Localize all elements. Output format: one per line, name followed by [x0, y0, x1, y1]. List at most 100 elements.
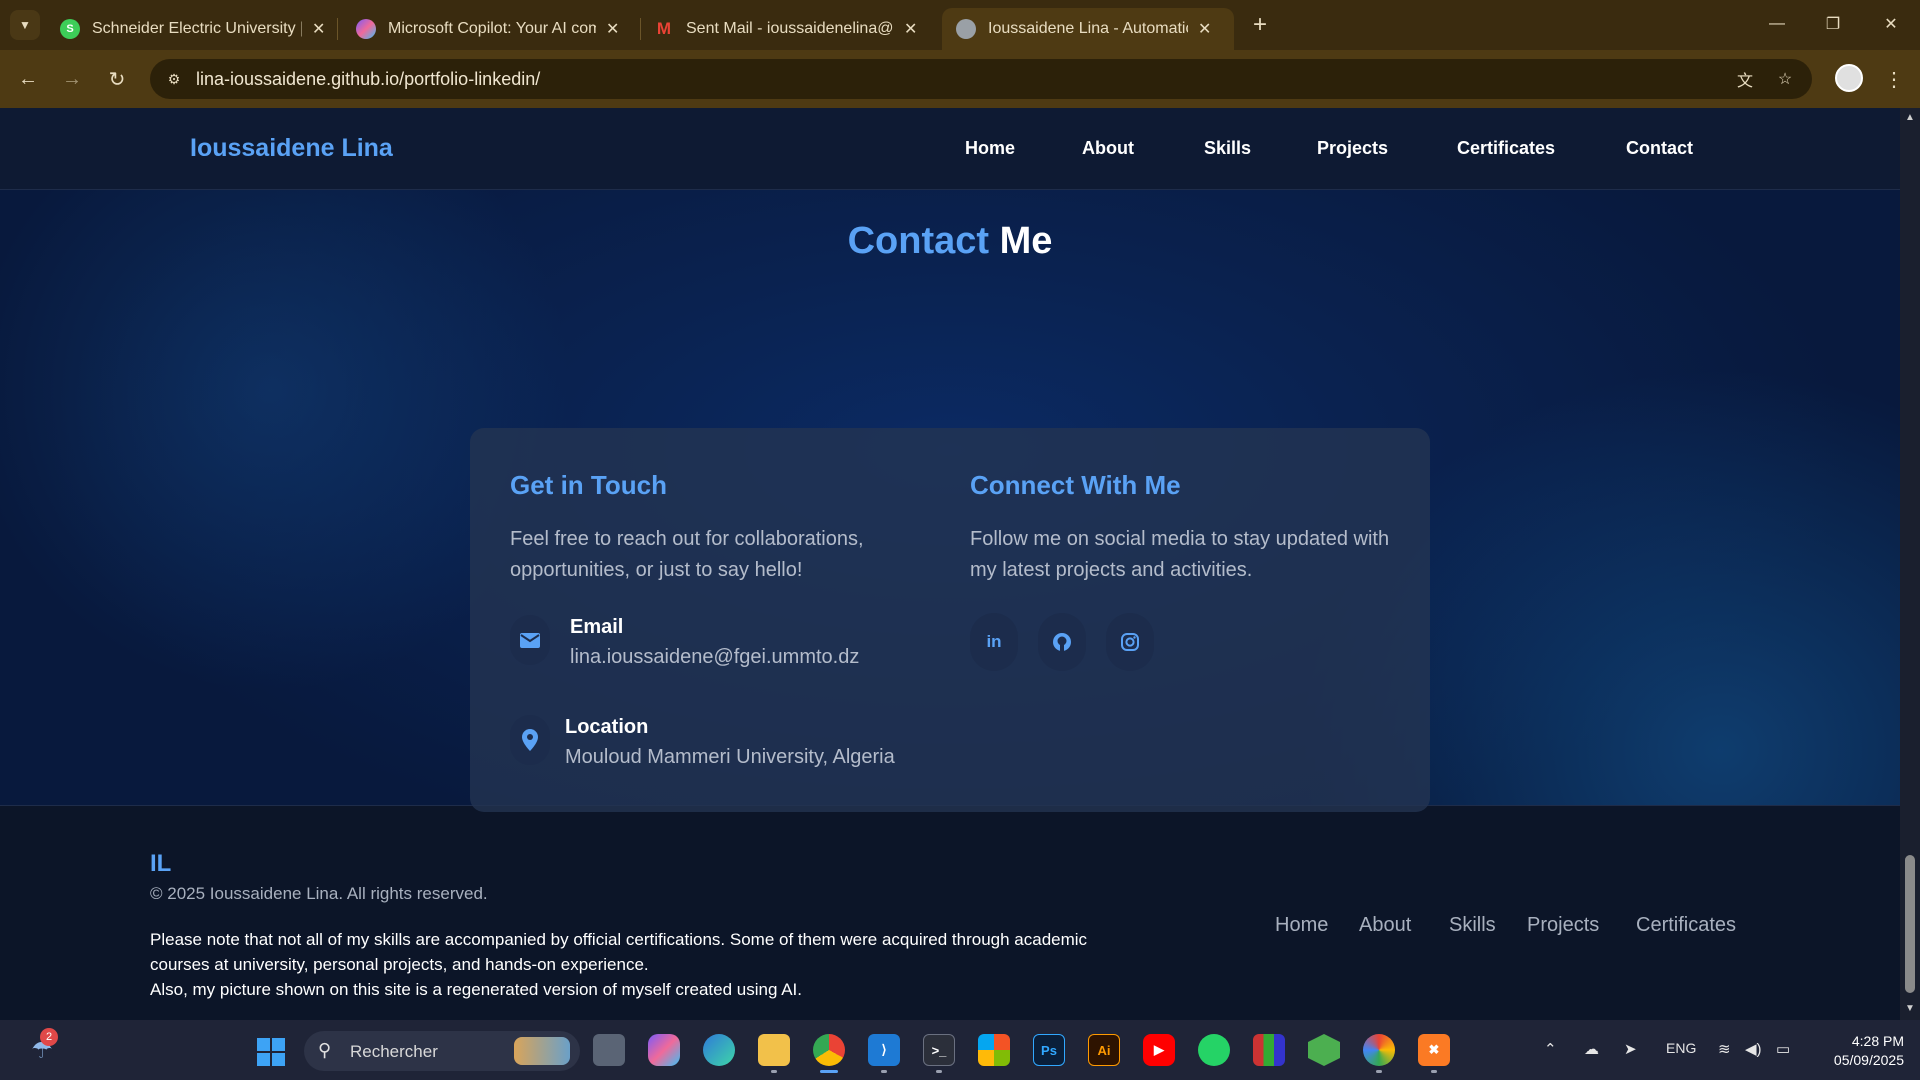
browser-tab[interactable]: Microsoft Copilot: Your AI comp ✕	[342, 8, 633, 50]
illustrator-icon[interactable]: Ai	[1088, 1034, 1120, 1066]
nav-certificates[interactable]: Certificates	[1457, 138, 1555, 159]
browser-tab-active[interactable]: Ioussaidene Lina - Automation ✕	[942, 8, 1234, 50]
store-icon[interactable]	[978, 1034, 1010, 1066]
browser-menu-icon[interactable]: ⋮	[1880, 63, 1908, 95]
site-info-icon[interactable]: ⚙	[160, 65, 188, 93]
scroll-down-arrow-icon[interactable]: ▼	[1904, 1003, 1916, 1015]
browser-tab[interactable]: M Sent Mail - ioussaidenelina@gm ✕	[640, 8, 931, 50]
footer-note-line: Also, my picture shown on this site is a…	[150, 980, 802, 999]
clock-time: 4:28 PM	[1851, 1033, 1904, 1049]
nav-contact[interactable]: Contact	[1626, 138, 1693, 159]
taskbar-search[interactable]: ⚲ Rechercher	[304, 1031, 580, 1071]
show-hidden-icons-chevron-icon[interactable]: ⌃	[1544, 1040, 1557, 1058]
nav-about[interactable]: About	[1082, 138, 1134, 159]
notification-badge: 2	[40, 1028, 58, 1046]
restore-icon[interactable]: ❐	[1808, 6, 1858, 42]
language-indicator[interactable]: ENG	[1666, 1040, 1696, 1056]
wifi-icon[interactable]: ≋	[1718, 1040, 1731, 1058]
envelope-icon	[510, 615, 550, 665]
nav-home[interactable]: Home	[965, 138, 1015, 159]
location-arrow-icon[interactable]: ➤	[1624, 1040, 1637, 1058]
copilot-icon	[356, 19, 376, 39]
task-view-icon[interactable]	[593, 1034, 625, 1066]
browser-tab[interactable]: S Schneider Electric University | b ✕	[46, 8, 339, 50]
instagram-icon[interactable]	[1106, 613, 1154, 671]
connect-title: Connect With Me	[970, 470, 1181, 500]
scroll-up-arrow-icon[interactable]: ▲	[1904, 112, 1916, 124]
site-footer: IL © 2025 Ioussaidene Lina. All rights r…	[0, 805, 1900, 1020]
back-icon[interactable]: ←	[12, 63, 44, 95]
tab-title: Sent Mail - ioussaidenelina@gm	[686, 20, 894, 37]
translate-icon[interactable]: 文	[1732, 66, 1758, 92]
browser-tab-strip: ▼ S Schneider Electric University | b ✕ …	[0, 0, 1920, 50]
running-indicator	[1431, 1070, 1437, 1073]
search-icon: ⚲	[318, 1040, 332, 1060]
email-label: Email	[570, 616, 624, 638]
get-in-touch-text: Feel free to reach out for collaboration…	[510, 528, 864, 581]
running-indicator	[771, 1070, 777, 1073]
winrar-icon[interactable]	[1253, 1034, 1285, 1066]
address-bar[interactable]: ⚙ lina-ioussaidene.github.io/portfolio-l…	[150, 59, 1812, 99]
nav-projects[interactable]: Projects	[1317, 138, 1388, 159]
chrome-icon[interactable]	[813, 1034, 845, 1066]
footer-link-home[interactable]: Home	[1275, 914, 1328, 937]
nav-skills[interactable]: Skills	[1204, 138, 1251, 159]
volume-icon[interactable]: ◀)	[1745, 1040, 1762, 1058]
footer-link-projects[interactable]: Projects	[1527, 914, 1599, 937]
get-in-touch-title: Get in Touch	[510, 470, 667, 500]
footer-note-line: Please note that not all of my skills ar…	[150, 930, 1088, 949]
copilot-icon[interactable]	[648, 1034, 680, 1066]
footer-link-certificates[interactable]: Certificates	[1636, 914, 1736, 937]
footer-logo[interactable]: IL	[150, 850, 171, 878]
close-tab-icon[interactable]: ✕	[1198, 19, 1211, 39]
browser-toolbar: ← → ↻ ⚙ lina-ioussaidene.github.io/portf…	[0, 50, 1920, 108]
tab-title: Microsoft Copilot: Your AI comp	[388, 20, 596, 37]
linkedin-icon[interactable]: in	[970, 613, 1018, 671]
clock-date: 05/09/2025	[1833, 1052, 1904, 1068]
battery-icon[interactable]: ▭	[1776, 1040, 1790, 1058]
bookmark-star-icon[interactable]: ☆	[1772, 66, 1798, 92]
footer-link-skills[interactable]: Skills	[1449, 914, 1496, 937]
new-tab-button[interactable]: +	[1245, 10, 1275, 40]
terminal-icon[interactable]: >_	[923, 1034, 955, 1066]
file-explorer-icon[interactable]	[758, 1034, 790, 1066]
location-pin-icon	[510, 715, 550, 765]
globe-icon	[956, 19, 976, 39]
nodejs-icon[interactable]	[1308, 1034, 1340, 1066]
reload-icon[interactable]: ↻	[101, 63, 133, 95]
system-clock[interactable]: 4:28 PM 05/09/2025	[1812, 1032, 1904, 1070]
github-icon[interactable]	[1038, 613, 1086, 671]
scrollbar-thumb[interactable]	[1905, 855, 1915, 993]
footer-link-about[interactable]: About	[1359, 914, 1411, 937]
tab-search-button[interactable]: ▼	[10, 10, 40, 40]
tab-divider	[337, 18, 338, 40]
title-rest: Me	[999, 220, 1053, 262]
site-brand[interactable]: Ioussaidene Lina	[190, 134, 393, 163]
forward-icon[interactable]: →	[56, 63, 88, 95]
close-tab-icon[interactable]: ✕	[904, 19, 917, 39]
edge-icon[interactable]	[703, 1034, 735, 1066]
tab-title: Schneider Electric University | b	[92, 20, 302, 37]
footer-copyright: © 2025 Ioussaidene Lina. All rights rese…	[150, 884, 488, 903]
xampp-icon[interactable]: ✖	[1418, 1034, 1450, 1066]
tab-title: Ioussaidene Lina - Automation	[988, 20, 1188, 37]
whatsapp-icon[interactable]	[1198, 1034, 1230, 1066]
page-viewport: Ioussaidene Lina Home About Skills Proje…	[0, 108, 1900, 1020]
profile-avatar[interactable]	[1835, 64, 1863, 92]
youtube-icon[interactable]: ▶	[1143, 1034, 1175, 1066]
url-text[interactable]: lina-ioussaidene.github.io/portfolio-lin…	[196, 69, 540, 90]
minimize-icon[interactable]: —	[1752, 6, 1802, 42]
close-tab-icon[interactable]: ✕	[606, 19, 619, 39]
onedrive-icon[interactable]: ☁	[1584, 1040, 1599, 1058]
chrome-profile-icon[interactable]	[1363, 1034, 1395, 1066]
photoshop-icon[interactable]: Ps	[1033, 1034, 1065, 1066]
email-value[interactable]: lina.ioussaidene@fgei.ummto.dz	[570, 646, 859, 669]
close-tab-icon[interactable]: ✕	[312, 19, 325, 39]
gmail-icon: M	[656, 19, 672, 38]
windows-start-icon[interactable]	[257, 1038, 285, 1066]
contact-section: Contact Me Get in Touch Feel free to rea…	[0, 190, 1900, 812]
running-indicator	[936, 1070, 942, 1073]
vscode-icon[interactable]: ⟩	[868, 1034, 900, 1066]
schneider-icon: S	[60, 19, 80, 39]
close-window-icon[interactable]: ✕	[1866, 6, 1916, 42]
